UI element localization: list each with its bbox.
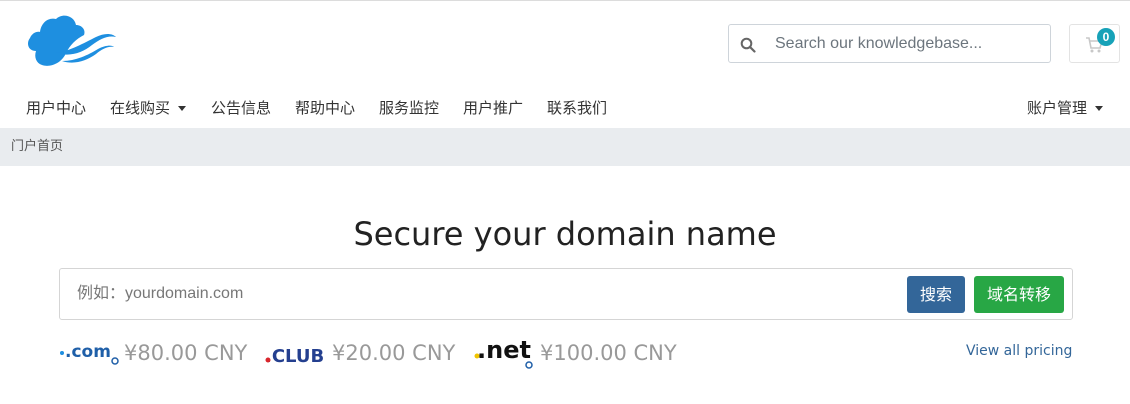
- domain-search-button[interactable]: 搜索: [907, 276, 965, 313]
- cart-count-badge: 0: [1097, 28, 1115, 46]
- main-nav: 用户中心 在线购买 公告信息 帮助中心 服务监控 用户推广 联系我们 账户管理: [0, 94, 1130, 122]
- domain-search-input[interactable]: [77, 277, 877, 311]
- knowledgebase-search[interactable]: [728, 24, 1051, 63]
- nav-item-online-purchase[interactable]: 在线购买: [110, 98, 187, 118]
- caret-down-icon: [1095, 106, 1104, 111]
- cloud-logo-icon[interactable]: [26, 13, 118, 71]
- tld-club-label: .CLUB: [265, 346, 324, 367]
- tld-club-logo: .CLUB: [265, 346, 324, 367]
- tld-net-price: ¥100.00 CNY: [540, 341, 677, 365]
- page-title: Secure your domain name: [353, 215, 777, 253]
- tld-club-price: ¥20.00 CNY: [332, 341, 456, 365]
- view-all-pricing-link[interactable]: View all pricing: [966, 342, 1072, 360]
- breadcrumb-current: 门户首页: [11, 139, 64, 154]
- nav-item-label: 在线购买: [110, 99, 171, 117]
- cart-button[interactable]: 0: [1069, 24, 1120, 63]
- tld-com-price: ¥80.00 CNY: [124, 341, 248, 365]
- nav-item-label: 账户管理: [1027, 99, 1088, 117]
- nav-item-announcements[interactable]: 公告信息: [211, 98, 271, 118]
- breadcrumb: 门户首页: [0, 128, 1130, 166]
- nav-item-help-center[interactable]: 帮助中心: [295, 98, 355, 118]
- search-icon: [740, 37, 756, 53]
- knowledgebase-search-input[interactable]: [775, 25, 1045, 62]
- nav-item-user-center[interactable]: 用户中心: [26, 98, 86, 118]
- tld-net-label: .net: [477, 336, 531, 364]
- nav-item-account[interactable]: 账户管理: [1027, 98, 1104, 118]
- tld-com-logo: .com: [60, 342, 119, 365]
- caret-down-icon: [178, 106, 187, 111]
- nav-item-affiliates[interactable]: 用户推广: [463, 98, 523, 118]
- tld-com-label: .com: [65, 342, 111, 362]
- domain-transfer-button[interactable]: 域名转移: [974, 276, 1064, 313]
- nav-item-contact-us[interactable]: 联系我们: [547, 98, 607, 118]
- domain-search-box: 搜索 域名转移: [59, 268, 1073, 320]
- tld-net-logo: .net: [474, 336, 533, 369]
- nav-item-service-monitor[interactable]: 服务监控: [379, 98, 439, 118]
